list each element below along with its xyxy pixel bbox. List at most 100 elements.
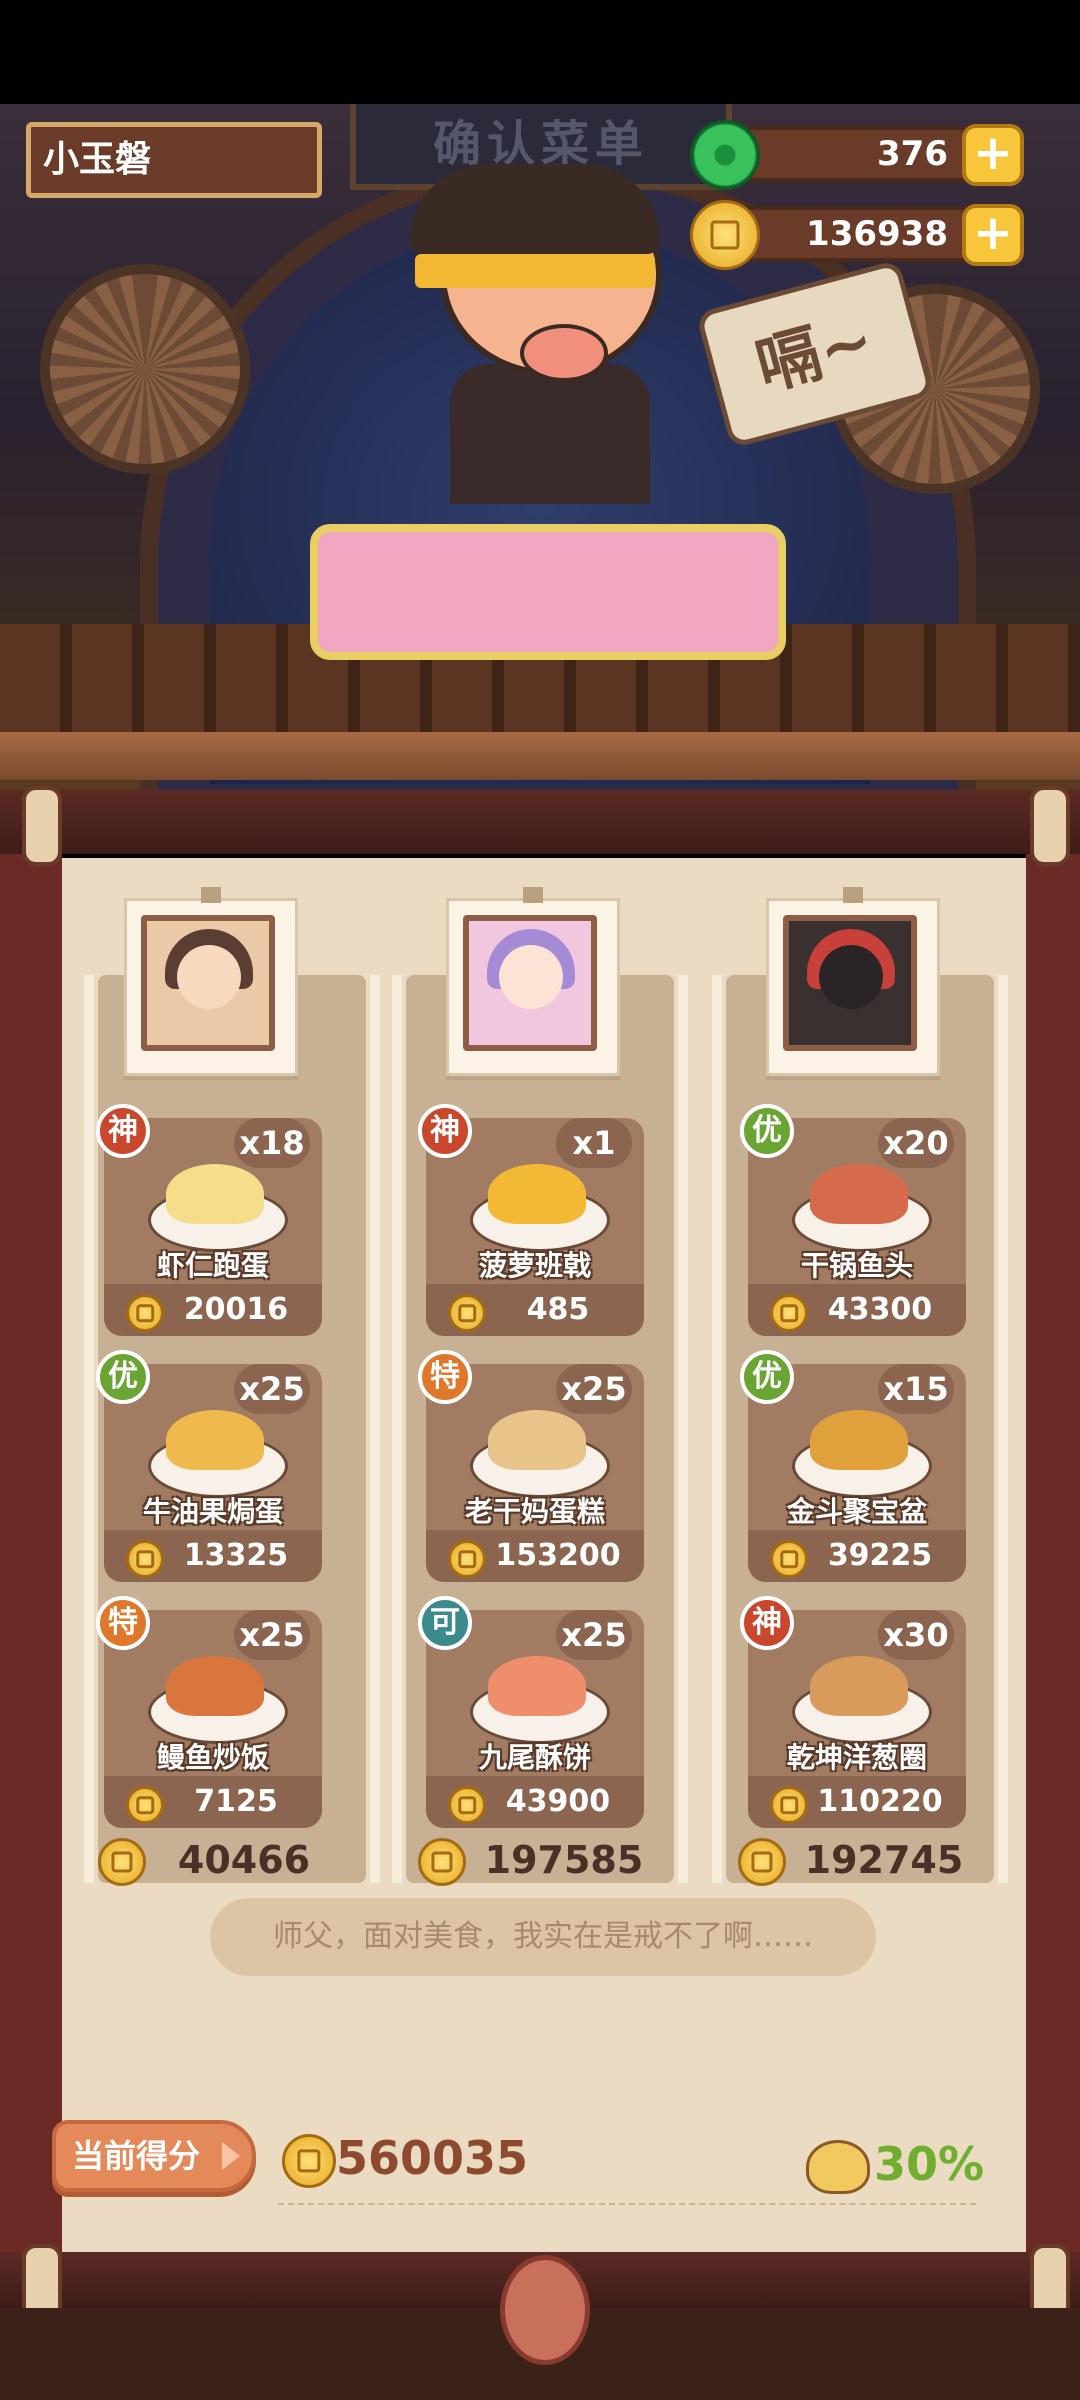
dish-card[interactable]: 虾仁跑蛋 20016 x18 神	[96, 1104, 322, 1336]
pig-hat	[410, 164, 660, 254]
dish-price: 110220	[817, 1784, 943, 1819]
dish-grade-badge: 特	[418, 1350, 472, 1404]
dish-card[interactable]: 老干妈蛋糕 153200 x25 特	[418, 1350, 644, 1582]
column-total: 197585	[414, 1836, 664, 1886]
food	[488, 1164, 586, 1224]
current-score-label: 当前得分	[72, 2137, 201, 2175]
food	[810, 1410, 908, 1470]
food	[810, 1656, 908, 1716]
pig-body	[450, 364, 650, 504]
dish-card[interactable]: 牛油果焗蛋 13325 x25 优	[96, 1350, 322, 1582]
food	[810, 1164, 908, 1224]
dish-price-bar: 110220	[748, 1776, 966, 1828]
chef-portrait-1[interactable]	[124, 887, 298, 1076]
dish-card[interactable]: 金斗聚宝盆 39225 x15 优	[740, 1350, 966, 1582]
dish-price: 7125	[194, 1784, 278, 1819]
column-total-value: 197585	[484, 1838, 644, 1882]
coin-icon	[126, 1540, 164, 1578]
dish-price: 13325	[183, 1538, 289, 1573]
column-total-value: 40466	[177, 1838, 311, 1882]
scroll-frame-right	[1026, 820, 1080, 2260]
scroll-top-rod	[0, 790, 1080, 854]
chef-face	[819, 945, 883, 1009]
dish-quantity: x25	[556, 1610, 632, 1660]
dish-quantity: x30	[878, 1610, 954, 1660]
dish-card[interactable]: 鳗鱼炒饭 7125 x25 特	[96, 1596, 322, 1828]
jade-amount: 376	[877, 134, 948, 174]
dish-quantity: x25	[234, 1364, 310, 1414]
dish-image	[792, 1158, 932, 1252]
food	[166, 1410, 264, 1470]
dish-card[interactable]: 菠萝班戟 485 x1 神	[418, 1104, 644, 1336]
chef-face	[177, 945, 241, 1009]
portrait-frame	[783, 915, 917, 1051]
dish-grade-badge: 优	[740, 1104, 794, 1158]
dish-image	[148, 1404, 288, 1498]
dish-price-bar: 13325	[104, 1530, 322, 1582]
dish-quantity: x25	[234, 1610, 310, 1660]
food	[166, 1164, 264, 1224]
portrait-pin	[843, 887, 863, 903]
food	[166, 1656, 264, 1716]
dish-price: 43300	[827, 1292, 933, 1327]
dish-card[interactable]: 干锅鱼头 43300 x20 优	[740, 1104, 966, 1336]
chef-portrait-3[interactable]	[766, 887, 940, 1076]
dish-name: 牛油果焗蛋	[142, 1495, 283, 1528]
dish-name: 金斗聚宝盆	[786, 1495, 927, 1528]
dish-name: 菠萝班戟	[478, 1249, 591, 1282]
dish-grade-badge: 优	[96, 1350, 150, 1404]
dish-name: 老干妈蛋糕	[464, 1495, 605, 1528]
dialogue-bubble: 师父，面对美食，我实在是戒不了啊……	[210, 1898, 876, 1976]
portrait-frame	[463, 915, 597, 1051]
scroll-top-right-cap	[1030, 786, 1070, 866]
dish-price: 153200	[495, 1538, 621, 1573]
dish-name: 鳗鱼炒饭	[156, 1741, 269, 1774]
dish-card[interactable]: 九尾酥饼 43900 x25 可	[418, 1596, 644, 1828]
player-name: 小玉磐	[43, 139, 152, 180]
dish-card[interactable]: 乾坤洋葱圈 110220 x30 神	[740, 1596, 966, 1828]
add-jade-button[interactable]: +	[962, 124, 1024, 186]
dish-image	[148, 1650, 288, 1744]
coin-icon	[126, 1294, 164, 1332]
dish-grade-badge: 可	[418, 1596, 472, 1650]
dish-quantity: x1	[556, 1118, 632, 1168]
portrait-pin	[201, 887, 221, 903]
scroll-top-left-cap	[22, 786, 62, 866]
dish-name: 九尾酥饼	[478, 1741, 591, 1774]
arrow-right-icon	[222, 2142, 240, 2170]
bonus-percent: 30%	[874, 2137, 985, 2191]
coin-icon	[282, 2134, 336, 2188]
column-total: 192745	[734, 1836, 984, 1886]
fan-left-decoration	[40, 264, 250, 474]
add-coin-button[interactable]: +	[962, 204, 1024, 266]
dish-image	[470, 1404, 610, 1498]
dish-price: 39225	[827, 1538, 933, 1573]
coin-icon	[448, 1294, 486, 1332]
pig-snout	[520, 324, 608, 382]
dish-image	[148, 1158, 288, 1252]
dish-price: 485	[526, 1292, 590, 1327]
portrait-pin	[523, 887, 543, 903]
chef-face	[499, 945, 563, 1009]
current-score-button[interactable]: 当前得分	[52, 2120, 256, 2192]
dish-image	[792, 1404, 932, 1498]
dish-grade-badge: 优	[740, 1350, 794, 1404]
column-total-value: 192745	[804, 1838, 964, 1882]
dish-grade-badge: 神	[740, 1596, 794, 1650]
player-name-box[interactable]: 小玉磐	[26, 122, 322, 198]
jade-icon	[690, 120, 760, 190]
coin-icon	[448, 1540, 486, 1578]
dish-name: 虾仁跑蛋	[156, 1249, 269, 1282]
dining-table	[310, 524, 786, 660]
coin-icon	[690, 200, 760, 270]
dish-grade-badge: 神	[96, 1104, 150, 1158]
current-score-value: 560035	[336, 2131, 529, 2185]
coin-icon	[126, 1786, 164, 1824]
coin-icon	[770, 1540, 808, 1578]
knot-decoration	[500, 2255, 590, 2365]
floor-beam	[0, 732, 1080, 780]
dish-price: 20016	[183, 1292, 289, 1327]
chef-portrait-2[interactable]	[446, 887, 620, 1076]
coin-icon	[98, 1838, 146, 1886]
scroll-frame-left	[0, 820, 62, 2260]
